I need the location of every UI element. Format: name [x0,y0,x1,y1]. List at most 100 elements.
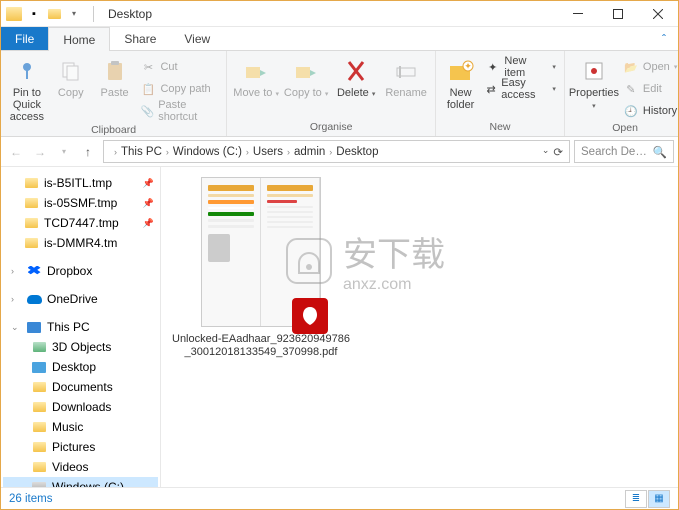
nav-item-dropbox[interactable]: ›Dropbox [3,261,158,281]
qat-newfolder-icon[interactable] [45,5,63,23]
breadcrumb-bar[interactable]: › This PC› Windows (C:)› Users› admin› D… [103,140,570,163]
downloads-icon [31,399,47,415]
new-item-button[interactable]: ✦New item ▾ [483,57,558,77]
qat-customize-icon[interactable]: ▾ [65,5,83,23]
title-bar: ▪ ▾ Desktop [1,1,678,27]
navigation-pane: is-B5ITL.tmp📌 is-05SMF.tmp📌 TCD7447.tmp📌… [1,167,161,487]
nav-back-button[interactable]: ← [5,141,27,163]
copy-to-button[interactable]: Copy to ▾ [283,53,329,99]
refresh-icon[interactable]: ⟳ [553,145,563,159]
copy-icon [56,57,86,85]
nav-item-3d-objects[interactable]: 3D Objects [3,337,158,357]
desktop-icon [31,359,47,375]
rename-button[interactable]: Rename [383,53,429,99]
breadcrumb-dropdown-icon[interactable]: ⌄ [542,145,550,159]
tab-home[interactable]: Home [48,27,110,51]
nav-item-pictures[interactable]: Pictures [3,437,158,457]
nav-forward-button[interactable]: → [29,141,51,163]
ribbon: Pin to Quick access Copy Paste ✂Cut 📋Cop… [1,51,678,137]
minimize-button[interactable] [558,1,598,27]
videos-icon [31,459,47,475]
folder-icon [23,215,39,231]
nav-item-windows-c[interactable]: Windows (C:) [3,477,158,487]
maximize-button[interactable] [598,1,638,27]
file-name-label: Unlocked-EAadhaar_923620949786_300120181… [171,333,351,359]
copy-to-icon [291,57,321,85]
tab-file[interactable]: File [1,27,48,50]
paste-button[interactable]: Paste [95,53,135,99]
history-button[interactable]: 🕘History [621,101,679,121]
copy-button[interactable]: Copy [51,53,91,99]
nav-item-quick[interactable]: is-B5ITL.tmp📌 [3,173,158,193]
pin-icon: 📌 [143,218,154,229]
item-count-label: 26 items [9,493,52,505]
easy-access-button[interactable]: ⇄Easy access ▾ [483,79,558,99]
nav-item-desktop[interactable]: Desktop [3,357,158,377]
nav-item-documents[interactable]: Documents [3,377,158,397]
tab-view[interactable]: View [170,27,224,50]
edit-button[interactable]: ✎Edit [621,79,679,99]
folder-icon [23,195,39,211]
tab-share[interactable]: Share [110,27,170,50]
chevron-down-icon: ⌄ [11,322,21,333]
copy-path-icon: 📋 [140,81,156,97]
open-button[interactable]: 📂Open ▾ [621,57,679,77]
nav-item-videos[interactable]: Videos [3,457,158,477]
view-details-button[interactable]: ≣ [625,490,647,508]
move-to-button[interactable]: Move to ▾ [233,53,279,99]
breadcrumb-seg[interactable]: admin [290,146,329,158]
file-item[interactable]: Unlocked-EAadhaar_923620949786_300120181… [171,177,351,359]
close-button[interactable] [638,1,678,27]
search-input[interactable]: Search De…🔍 [574,140,674,163]
copy-path-button[interactable]: 📋Copy path [138,79,220,99]
new-folder-icon: ✦ [446,57,476,85]
folder-icon [23,235,39,251]
chevron-right-icon: › [11,266,21,276]
history-icon: 🕘 [623,103,639,119]
pin-to-quick-access-button[interactable]: Pin to Quick access [7,53,47,123]
delete-icon [341,57,371,85]
search-icon: 🔍 [653,145,667,159]
nav-item-quick[interactable]: TCD7447.tmp📌 [3,213,158,233]
paste-icon [100,57,130,85]
delete-button[interactable]: Delete ▾ [333,53,379,99]
pictures-icon [31,439,47,455]
chevron-right-icon: › [11,294,21,304]
qat-properties-icon[interactable]: ▪ [25,5,43,23]
nav-item-onedrive[interactable]: ›OneDrive [3,289,158,309]
ribbon-collapse-icon[interactable]: ˆ [650,27,678,50]
paste-shortcut-button[interactable]: 📎Paste shortcut [138,101,220,121]
ribbon-group-organise: Move to ▾ Copy to ▾ Delete ▾ Rename Orga… [227,51,436,136]
open-icon: 📂 [623,59,639,75]
dropbox-icon [26,263,42,279]
address-bar: ← → ▾ ↑ › This PC› Windows (C:)› Users› … [1,137,678,167]
drive-icon [31,479,47,487]
pc-icon [26,319,42,335]
folder-icon [23,175,39,191]
nav-item-this-pc[interactable]: ⌄This PC [3,317,158,337]
view-large-icons-button[interactable]: ▦ [648,490,670,508]
breadcrumb-seg[interactable]: This PC [117,146,166,158]
nav-item-music[interactable]: Music [3,417,158,437]
nav-up-button[interactable]: ↑ [77,141,99,163]
pin-icon: 📌 [143,198,154,209]
breadcrumb-seg[interactable]: Windows (C:) [169,146,246,158]
file-thumbnail [201,177,321,327]
new-folder-button[interactable]: ✦ New folder [442,53,479,111]
pdf-icon [292,298,328,334]
ribbon-group-new: ✦ New folder ✦New item ▾ ⇄Easy access ▾ … [436,51,565,136]
nav-recent-button[interactable]: ▾ [53,141,75,163]
nav-item-quick[interactable]: is-DMMR4.tm [3,233,158,253]
breadcrumb-seg[interactable]: Users [249,146,287,158]
content-pane[interactable]: Unlocked-EAadhaar_923620949786_300120181… [161,167,678,487]
pin-icon: 📌 [143,178,154,189]
onedrive-icon [26,291,42,307]
properties-button[interactable]: Properties ▾ [571,53,617,111]
music-icon [31,419,47,435]
cut-button[interactable]: ✂Cut [138,57,220,77]
rename-icon [391,57,421,85]
ribbon-group-open: Properties ▾ 📂Open ▾ ✎Edit 🕘History Open [565,51,679,136]
nav-item-quick[interactable]: is-05SMF.tmp📌 [3,193,158,213]
breadcrumb-seg[interactable]: Desktop [332,146,382,158]
nav-item-downloads[interactable]: Downloads [3,397,158,417]
